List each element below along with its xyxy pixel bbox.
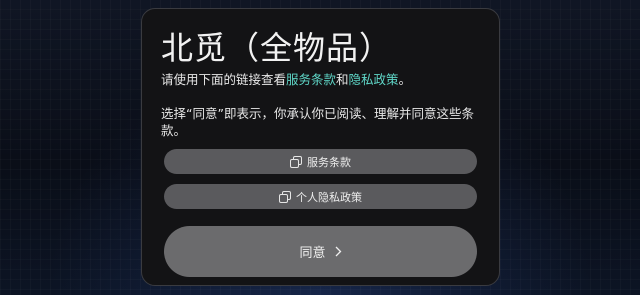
dialog-title: 北觅（全物品） <box>161 29 393 67</box>
terms-of-service-label: 服务条款 <box>307 155 351 169</box>
privacy-link[interactable]: 隐私政策 <box>349 72 399 87</box>
consent-text: 选择“同意”即表示，你承认你已阅读、理解并同意这些条款。 <box>161 106 474 138</box>
privacy-policy-label: 个人隐私政策 <box>296 190 362 204</box>
intro-prefix: 请使用下面的链接查看 <box>161 72 287 87</box>
privacy-policy-button[interactable]: 个人隐私政策 <box>164 184 477 209</box>
terms-link[interactable]: 服务条款 <box>286 72 336 87</box>
copy-icon <box>279 190 291 203</box>
copy-icon <box>290 155 302 168</box>
agree-label: 同意 <box>299 246 326 261</box>
intro-middle: 和 <box>336 72 349 87</box>
terms-dialog: 北觅（全物品） 请使用下面的链接查看服务条款和隐私政策。 选择“同意”即表示，你… <box>141 8 500 286</box>
terms-of-service-button[interactable]: 服务条款 <box>164 149 477 174</box>
agree-button[interactable]: 同意 <box>164 226 477 277</box>
intro-suffix: 。 <box>398 72 412 87</box>
chevron-right-icon <box>335 246 341 257</box>
intro-text: 请使用下面的链接查看服务条款和隐私政策。 <box>161 71 483 88</box>
